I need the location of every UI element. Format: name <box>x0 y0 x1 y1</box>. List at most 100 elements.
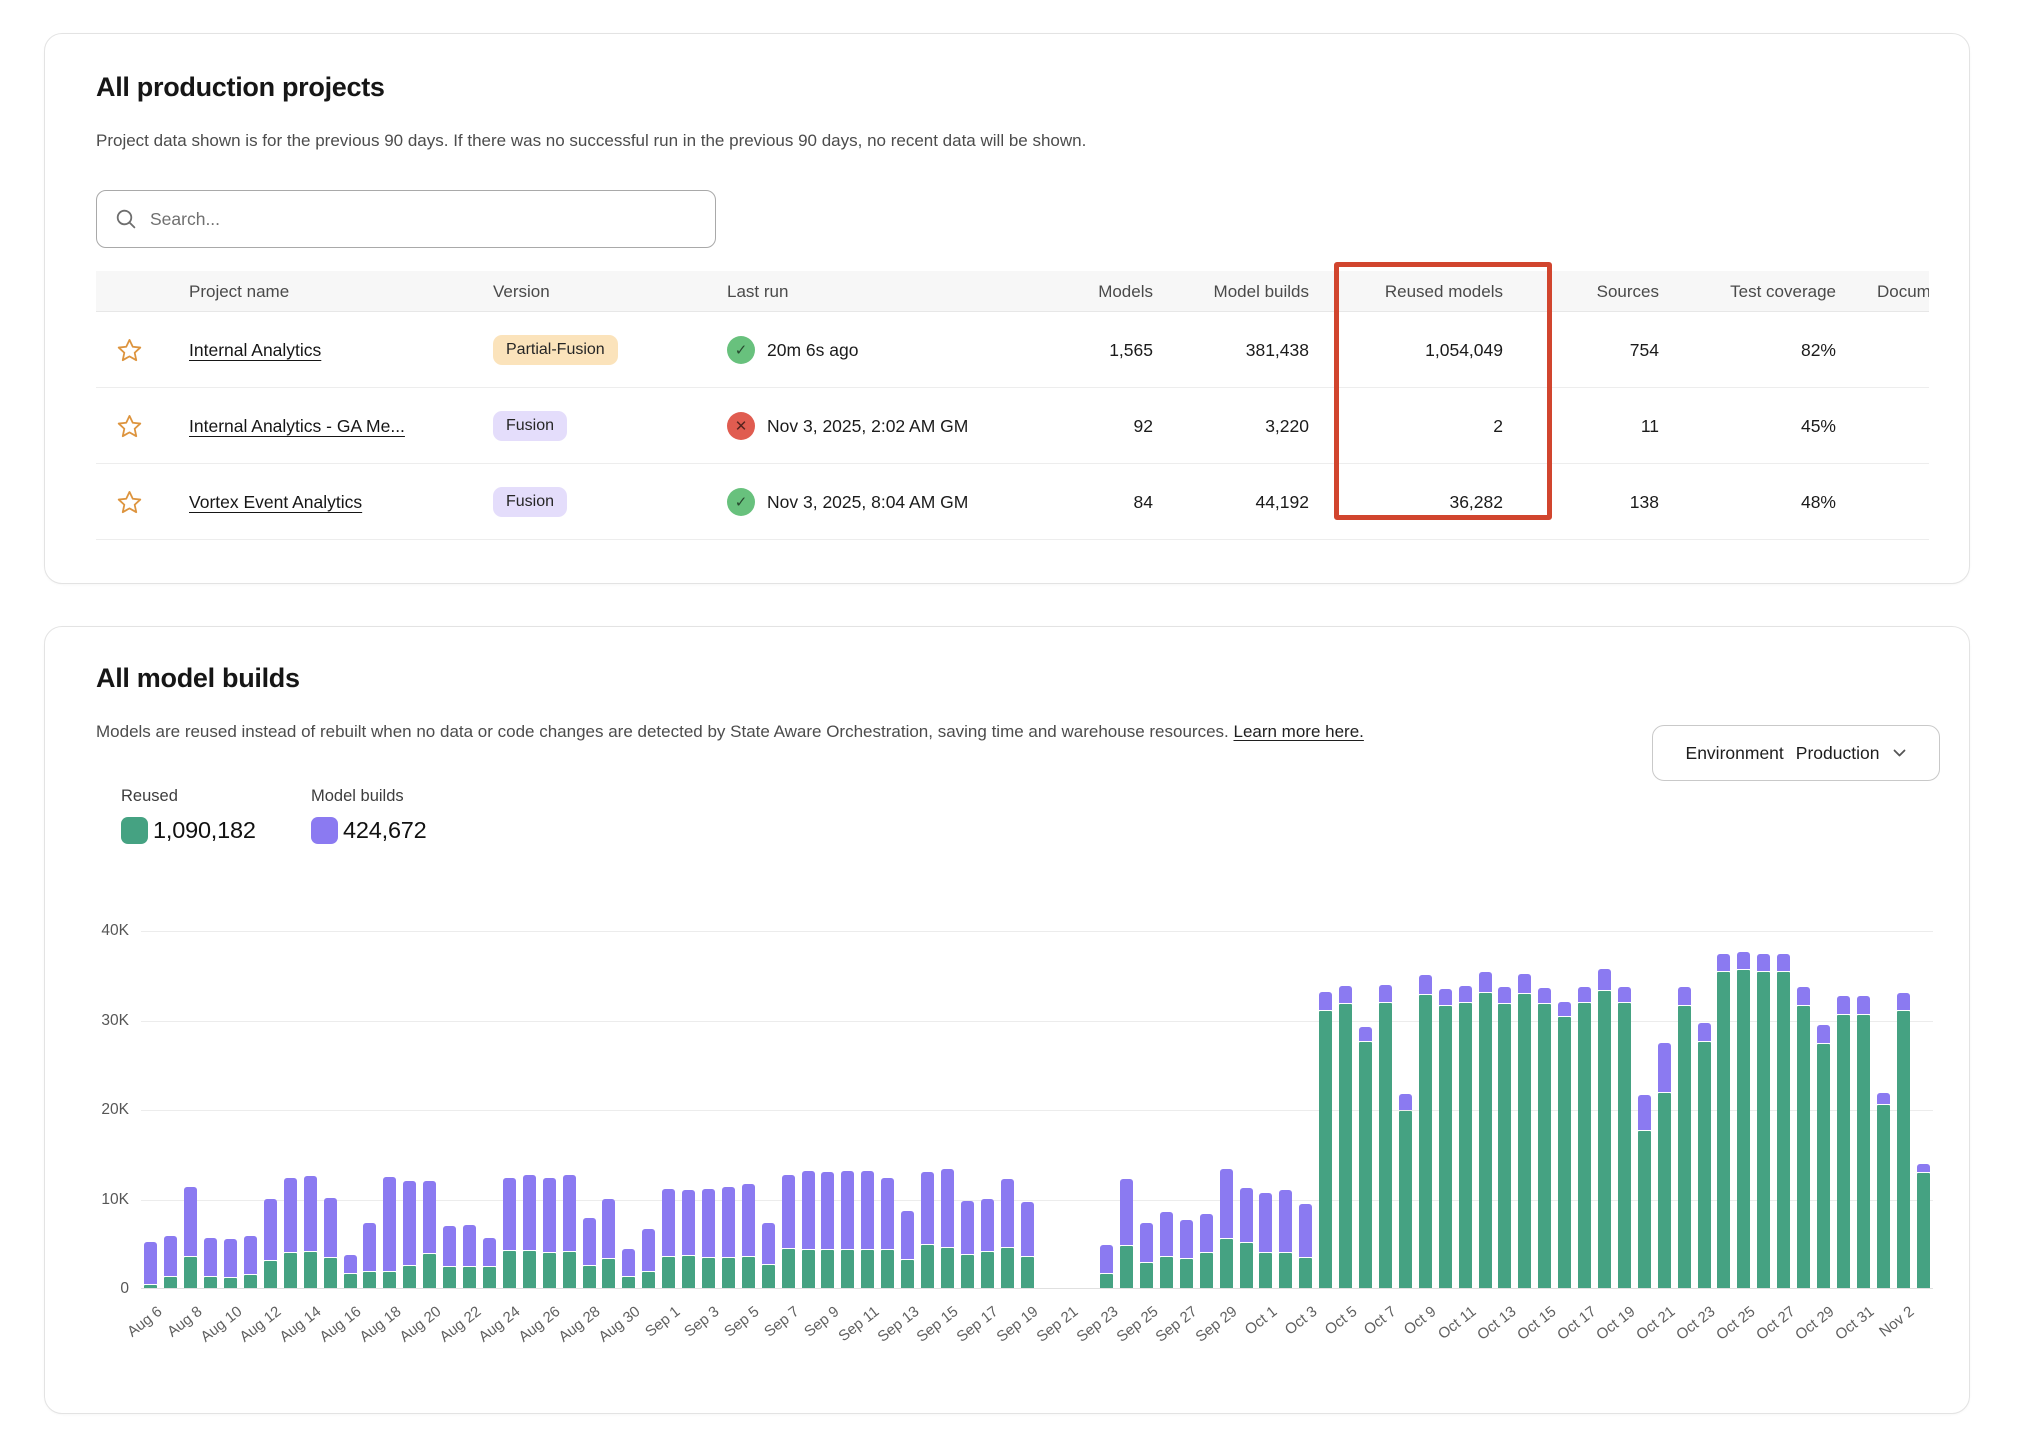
model-builds-segment <box>1578 987 1591 1002</box>
model-builds-segment <box>1100 1245 1113 1273</box>
x-axis-tick: Sep 17 <box>954 1303 1002 1346</box>
reused-segment <box>1857 1015 1870 1288</box>
reused-segment <box>503 1251 516 1288</box>
model-builds-card: All model builds Models are reused inste… <box>44 626 1970 1414</box>
model-builds-segment <box>1220 1169 1233 1238</box>
reused-segment <box>1897 1011 1910 1288</box>
reused-segment <box>324 1258 337 1288</box>
bar-sep-2 <box>682 1190 695 1288</box>
reused-segment <box>443 1267 456 1288</box>
x-axis-tick: Oct 13 <box>1474 1303 1519 1344</box>
x-axis-tick: Oct 1 <box>1242 1303 1281 1338</box>
bar-sep-6 <box>762 1223 775 1288</box>
environment-dropdown[interactable]: Environment Production <box>1652 725 1940 781</box>
col-header-version: Version <box>493 271 550 312</box>
reused-segment <box>881 1250 894 1288</box>
reused-segment <box>1618 1003 1631 1288</box>
reused-segment <box>1917 1173 1930 1288</box>
model-builds-segment <box>264 1199 277 1260</box>
last-run-value: Nov 3, 2025, 2:02 AM GM <box>767 416 968 437</box>
reused-segment <box>1678 1006 1691 1288</box>
model-builds-segment <box>244 1236 257 1274</box>
bar-sep-11 <box>861 1171 874 1288</box>
project-link[interactable]: Internal Analytics <box>189 340 321 361</box>
y-axis-tick: 0 <box>45 1280 129 1298</box>
bar-oct-19 <box>1618 987 1631 1288</box>
bar-aug-20 <box>423 1181 436 1288</box>
reused-segment <box>383 1272 396 1288</box>
bar-oct-16 <box>1558 1002 1571 1288</box>
x-axis-tick: Oct 27 <box>1753 1303 1798 1344</box>
x-axis-tick: Oct 23 <box>1673 1303 1718 1344</box>
model-builds-segment <box>821 1172 834 1249</box>
reused-segment <box>1817 1044 1830 1288</box>
bar-oct-31 <box>1857 996 1870 1288</box>
last-run-value: 20m 6s ago <box>767 340 858 361</box>
model-builds-segment <box>1459 986 1472 1002</box>
reused-segment <box>1538 1004 1551 1288</box>
environment-label: Environment <box>1686 743 1784 764</box>
bar-sep-27 <box>1180 1220 1193 1288</box>
reused-segment <box>1379 1003 1392 1289</box>
favorite-star-button[interactable] <box>116 413 143 440</box>
reused-segment <box>1757 972 1770 1288</box>
reused-segment <box>583 1266 596 1288</box>
x-axis-tick: Sep 27 <box>1153 1303 1201 1346</box>
reused-segment <box>1419 995 1432 1288</box>
x-axis-tick: Aug 24 <box>476 1303 524 1346</box>
legend-label-reused: Reused <box>121 787 178 806</box>
bar-oct-7 <box>1379 985 1392 1288</box>
project-link[interactable]: Internal Analytics - GA Me... <box>189 416 405 437</box>
search-input[interactable] <box>150 209 697 230</box>
bar-aug-8 <box>184 1187 197 1288</box>
model-builds-segment <box>1200 1214 1213 1252</box>
reused-segment <box>1200 1253 1213 1288</box>
reused-segment <box>762 1265 775 1288</box>
x-axis-tick: Sep 21 <box>1033 1303 1081 1346</box>
version-badge: Partial-Fusion <box>493 335 618 365</box>
reused-segment <box>1459 1003 1472 1288</box>
bar-aug-25 <box>523 1175 536 1288</box>
project-link[interactable]: Vortex Event Analytics <box>189 492 362 513</box>
reused-segment <box>682 1256 695 1288</box>
reused-segment <box>1399 1111 1412 1288</box>
x-axis-tick: Aug 26 <box>516 1303 564 1346</box>
reused-segment <box>1638 1131 1651 1288</box>
model-builds-value: 44,192 <box>1159 464 1309 540</box>
bar-oct-28 <box>1797 987 1810 1288</box>
model-builds-segment <box>1240 1188 1253 1243</box>
bar-oct-26 <box>1757 954 1770 1288</box>
x-axis-tick: Aug 18 <box>356 1303 404 1346</box>
reused-segment <box>1001 1248 1014 1288</box>
model-builds-segment <box>543 1178 556 1252</box>
bar-sep-13 <box>901 1211 914 1288</box>
model-builds-segment <box>1359 1027 1372 1040</box>
bar-sep-3 <box>702 1189 715 1288</box>
reused-segment <box>1140 1263 1153 1288</box>
reused-segment <box>563 1252 576 1288</box>
favorite-star-button[interactable] <box>116 337 143 364</box>
model-builds-value: 3,220 <box>1159 388 1309 464</box>
model-builds-segment <box>463 1225 476 1265</box>
x-axis-tick: Oct 7 <box>1361 1303 1400 1338</box>
legend-value-reused: 1,090,182 <box>121 817 256 844</box>
model-builds-segment <box>881 1178 894 1250</box>
learn-more-link[interactable]: Learn more here. <box>1233 722 1363 741</box>
model-builds-segment <box>841 1171 854 1249</box>
reused-segment <box>722 1258 735 1288</box>
bar-sep-18 <box>1001 1179 1014 1288</box>
model-builds-segment <box>1618 987 1631 1002</box>
reused-segment <box>1120 1246 1133 1288</box>
reused-segment <box>1698 1042 1711 1288</box>
production-projects-card: All production projects Project data sho… <box>44 33 1970 584</box>
bar-sep-8 <box>802 1171 815 1288</box>
bar-aug-17 <box>363 1223 376 1288</box>
model-builds-segment <box>1897 993 1910 1009</box>
model-builds-segment <box>204 1238 217 1276</box>
x-axis-tick: Sep 11 <box>835 1303 882 1345</box>
favorite-star-button[interactable] <box>116 489 143 516</box>
test-coverage-value: 45% <box>1686 388 1836 464</box>
reused-models-value: 2 <box>1353 388 1503 464</box>
reused-segment <box>543 1253 556 1288</box>
model-builds-segment <box>642 1229 655 1271</box>
